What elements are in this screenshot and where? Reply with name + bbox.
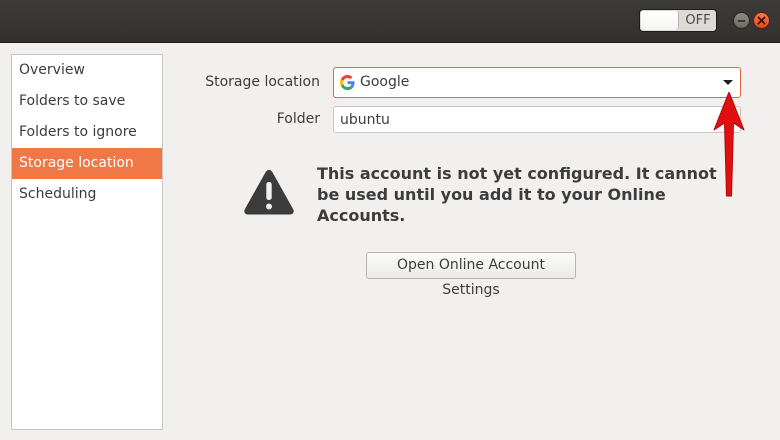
storage-location-label: Storage location [205,74,320,90]
open-online-account-settings-button[interactable]: Open Online Account Settings [366,252,576,298]
folder-input[interactable] [333,106,741,133]
close-icon [757,16,766,25]
sidebar-item-overview[interactable]: Overview [12,55,162,86]
sidebar-item-folders-to-ignore[interactable]: Folders to ignore [12,117,162,148]
sidebar-item-folders-to-save[interactable]: Folders to save [12,86,162,117]
annotation-arrow-icon [713,92,745,197]
folder-label: Folder [276,111,320,127]
google-icon [340,75,355,90]
sidebar: Overview Folders to save Folders to igno… [11,54,163,430]
header-bar: OFF [0,0,780,43]
close-button[interactable] [753,12,770,29]
sidebar-item-storage-location[interactable]: Storage location [12,148,162,179]
storage-location-dropdown[interactable]: Google [333,67,741,98]
account-not-configured-message: This account is not yet configured. It c… [317,164,717,225]
toggle-label: OFF [685,13,711,28]
sidebar-item-scheduling[interactable]: Scheduling [12,179,162,210]
toggle-knob[interactable] [641,11,679,30]
dropdown-caret-icon[interactable] [723,80,733,85]
warning-icon [244,170,294,215]
minimize-button[interactable] [733,12,750,29]
backup-toggle-switch[interactable]: OFF [639,9,717,32]
storage-location-value: Google [360,74,410,90]
backups-window: OFF Overview Folders to save Folders to … [0,0,780,440]
